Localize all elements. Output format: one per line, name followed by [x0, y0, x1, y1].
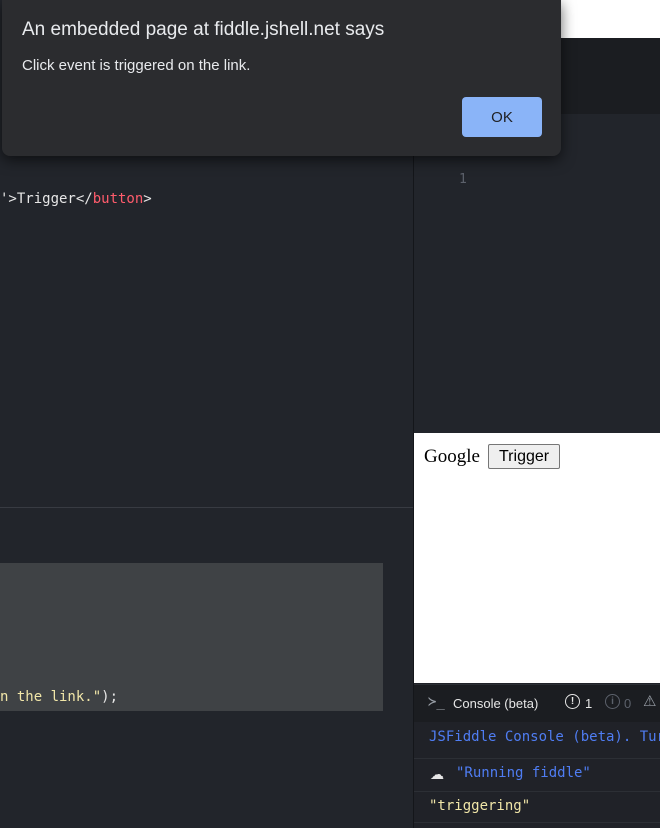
console-title: Console (beta) — [453, 696, 539, 711]
warning-count: 1 — [585, 696, 593, 711]
error-triangle-icon[interactable]: ⚠ — [643, 692, 656, 710]
css-editor-panel[interactable] — [414, 114, 660, 433]
console-line: JSFiddle Console (beta). Tur — [414, 722, 660, 759]
cloud-icon: ☁ — [430, 766, 444, 782]
google-link[interactable]: Google — [424, 446, 480, 468]
info-count: 0 — [624, 696, 632, 711]
console-prompt-icon: ≻_ — [428, 694, 445, 710]
alert-dialog: An embedded page at fiddle.jshell.net sa… — [2, 0, 561, 156]
alert-message: Click event is triggered on the link. — [22, 57, 251, 74]
console-message: "triggering" — [429, 798, 531, 814]
ok-button[interactable]: OK — [462, 97, 542, 137]
console-message: "Running fiddle" — [456, 765, 591, 781]
console-line: ☁ "Running fiddle" — [414, 759, 660, 792]
console-line: "triggering" — [414, 792, 660, 823]
css-line-number: 1 — [459, 172, 467, 187]
warning-icon[interactable]: ! — [565, 694, 580, 709]
console-message: JSFiddle Console (beta). Tur — [429, 729, 660, 745]
console-header[interactable]: ≻_ Console (beta) ! 1 i 0 ⚠ — [414, 684, 660, 722]
alert-title: An embedded page at fiddle.jshell.net sa… — [22, 19, 385, 40]
html-tag-name: button — [92, 191, 144, 207]
trigger-button[interactable]: Trigger — [488, 444, 561, 469]
html-code-prefix: '>Trigger</ — [0, 191, 93, 207]
html-code-line: '>Trigger</button> — [0, 191, 152, 207]
js-line-end: ); — [101, 689, 119, 705]
html-code-suffix: > — [143, 191, 152, 207]
result-frame: Google Trigger — [414, 433, 660, 683]
js-string: n the link." — [0, 689, 102, 705]
js-code-line: n the link."); — [0, 689, 118, 705]
info-icon[interactable]: i — [605, 694, 620, 709]
